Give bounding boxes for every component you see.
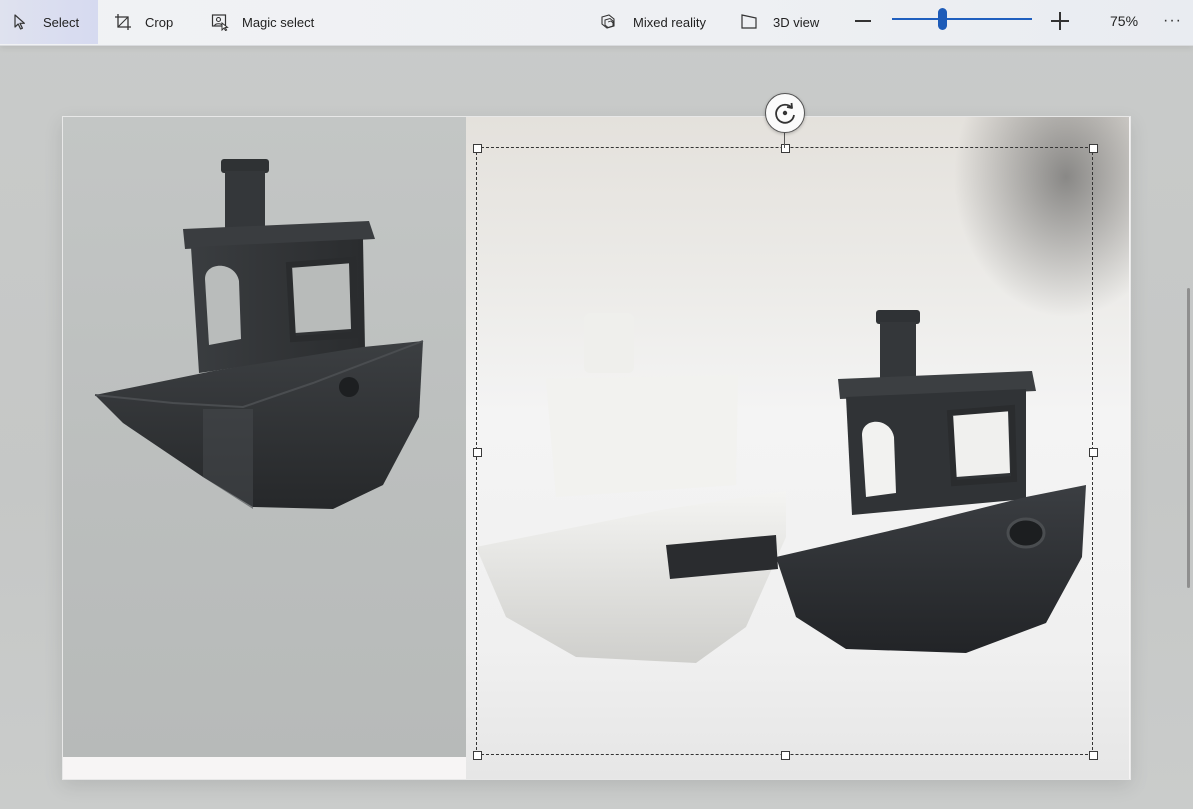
canvas-cutout-area <box>63 117 466 757</box>
resize-handle-top[interactable] <box>781 144 790 153</box>
crop-tool-label: Crop <box>145 14 174 30</box>
magic-select-icon <box>211 13 229 31</box>
more-options-button[interactable]: ··· <box>1163 12 1182 30</box>
mixed-reality-button[interactable]: Mixed reality <box>600 0 706 44</box>
resize-handle-left[interactable] <box>473 448 482 457</box>
3d-view-icon <box>740 13 758 31</box>
resize-handle-right[interactable] <box>1089 448 1098 457</box>
top-toolbar: Select Crop Magic select Mixed reality 3… <box>0 0 1193 46</box>
selection-box[interactable] <box>476 147 1093 755</box>
mixed-reality-icon <box>600 13 618 31</box>
3d-view-label: 3D view <box>773 14 820 30</box>
crop-tool-button[interactable]: Crop <box>114 0 173 44</box>
resize-handle-top-right[interactable] <box>1089 144 1098 153</box>
mixed-reality-label: Mixed reality <box>633 14 706 30</box>
resize-handle-bottom[interactable] <box>781 751 790 760</box>
select-tool-button[interactable]: Select <box>0 0 98 44</box>
crop-icon <box>114 13 132 31</box>
rotate-icon <box>775 102 795 124</box>
select-cursor-icon <box>12 13 30 31</box>
zoom-percentage: 75% <box>1110 13 1139 29</box>
select-tool-label: Select <box>43 14 80 30</box>
boat-cutout-image[interactable] <box>63 117 466 757</box>
zoom-slider-track[interactable] <box>892 18 1032 20</box>
3d-view-button[interactable]: 3D view <box>740 0 819 44</box>
zoom-out-button[interactable] <box>855 20 871 22</box>
resize-handle-top-left[interactable] <box>473 144 482 153</box>
paint-3d-window: Select Crop Magic select Mixed reality 3… <box>0 0 1193 809</box>
magic-select-tool-button[interactable]: Magic select <box>211 0 314 44</box>
zoom-slider-thumb[interactable] <box>938 8 947 30</box>
zoom-in-button[interactable] <box>1051 12 1069 30</box>
rotate-handle[interactable] <box>765 93 805 133</box>
magic-select-tool-label: Magic select <box>242 14 315 30</box>
resize-handle-bottom-left[interactable] <box>473 751 482 760</box>
vertical-scrollbar[interactable] <box>1187 288 1190 588</box>
resize-handle-bottom-right[interactable] <box>1089 751 1098 760</box>
